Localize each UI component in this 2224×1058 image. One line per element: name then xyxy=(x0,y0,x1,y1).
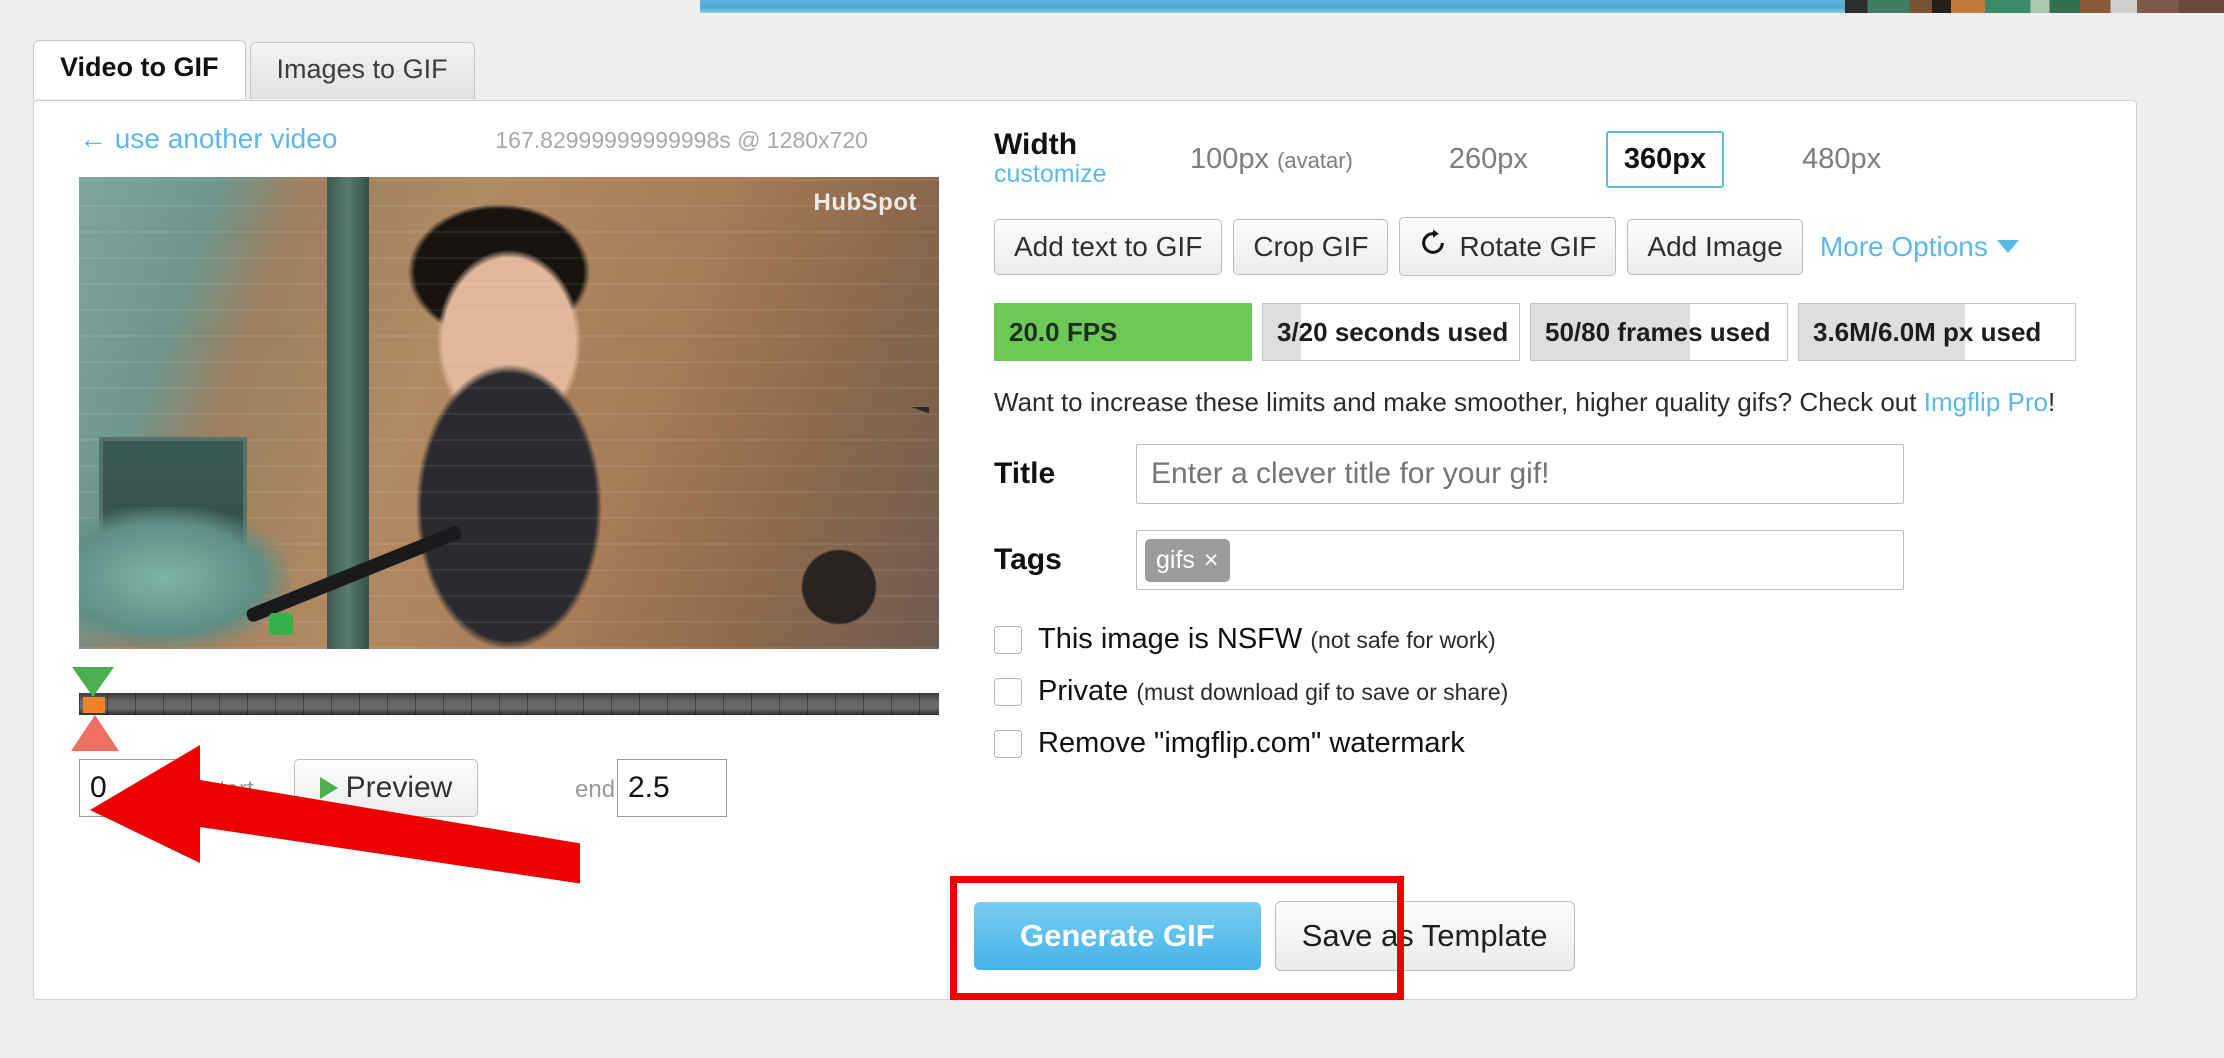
microphone-grip xyxy=(269,613,293,635)
start-time-input[interactable]: 0 xyxy=(79,759,191,817)
width-option-260px[interactable]: 260px xyxy=(1431,131,1546,188)
chevron-down-icon xyxy=(1996,240,2019,253)
background-bicycle xyxy=(779,407,929,647)
add-text-to-gif-label: Add text to GIF xyxy=(1014,230,1203,262)
limits-stats-row: 20.0 FPS 3/20 seconds used 50/80 frames … xyxy=(994,303,2084,361)
width-option-360px-label: 360px xyxy=(1623,142,1707,175)
rotate-gif-label: Rotate GIF xyxy=(1459,230,1597,262)
page-top-thumbnail-strip xyxy=(1845,0,2224,13)
imgflip-pro-link[interactable]: Imgflip Pro xyxy=(1924,387,2048,417)
tab-video-to-gif-label: Video to GIF xyxy=(60,52,219,82)
nsfw-label-main: This image is NSFW xyxy=(1038,623,1311,655)
tags-label: Tags xyxy=(994,543,1062,576)
stat-seconds-used: 3/20 seconds used xyxy=(1262,303,1520,361)
background-bush xyxy=(79,507,289,649)
use-another-video-link[interactable]: ← use another video xyxy=(79,123,337,155)
stat-seconds-text: 3/20 seconds used xyxy=(1277,316,1509,347)
add-image-button[interactable]: Add Image xyxy=(1627,218,1803,275)
end-time-input[interactable]: 2.5 xyxy=(617,759,727,817)
add-image-label: Add Image xyxy=(1647,230,1783,262)
width-option-100px-note: (avatar) xyxy=(1277,147,1353,173)
stat-frames-used: 50/80 frames used xyxy=(1530,303,1788,361)
crop-gif-button[interactable]: Crop GIF xyxy=(1233,218,1389,275)
video-column: ← use another video 167.82999999999998s … xyxy=(71,123,949,823)
checkbox-row-private[interactable]: Private (must download gif to save or sh… xyxy=(994,675,2084,708)
width-label-block: Width customize xyxy=(994,129,1120,190)
video-header-row: ← use another video 167.82999999999998s … xyxy=(79,123,949,155)
preview-button[interactable]: Preview xyxy=(294,759,478,817)
timeline-end-handle[interactable] xyxy=(71,715,119,751)
rotate-icon xyxy=(1419,229,1447,264)
pro-upsell-prefix: Want to increase these limits and make s… xyxy=(994,387,1924,417)
edit-toolbar: Add text to GIF Crop GIF Rotate GIF Add … xyxy=(994,217,2084,276)
more-options-label: More Options xyxy=(1819,230,1988,262)
private-label-sub: (must download gif to save or share) xyxy=(1136,679,1509,705)
generate-gif-button[interactable]: Generate GIF xyxy=(974,902,1261,970)
rotate-gif-button[interactable]: Rotate GIF xyxy=(1399,217,1617,276)
end-time-label: end xyxy=(575,776,616,803)
imgflip-gif-maker-screen: Video to GIF Images to GIF ← use another… xyxy=(0,0,2224,1058)
trim-controls-row: 0 start Preview end 2.5 xyxy=(79,759,959,823)
width-label: Width xyxy=(994,127,1078,161)
private-checkbox[interactable] xyxy=(994,677,1022,706)
title-field-row: Title xyxy=(994,444,2084,504)
private-label-main: Private xyxy=(1038,675,1137,707)
tags-input[interactable]: gifs × xyxy=(1136,530,1904,590)
width-customize-link[interactable]: customize xyxy=(994,160,1120,189)
gif-maker-panel: ← use another video 167.82999999999998s … xyxy=(33,100,2137,1000)
save-as-template-button[interactable]: Save as Template xyxy=(1274,901,1575,971)
width-option-100px[interactable]: 100px (avatar) xyxy=(1172,131,1371,188)
nsfw-label-sub: (not safe for work) xyxy=(1310,627,1496,653)
tag-chip-label: gifs xyxy=(1156,545,1195,574)
tag-remove-icon[interactable]: × xyxy=(1204,546,1219,575)
tag-chip-gifs: gifs × xyxy=(1145,538,1230,582)
stat-pixels-used: 3.6M/6.0M px used xyxy=(1798,303,2076,361)
play-icon xyxy=(319,777,338,799)
stat-pixels-text: 3.6M/6.0M px used xyxy=(1813,316,2042,347)
private-label: Private (must download gif to save or sh… xyxy=(1038,675,1508,708)
tab-images-to-gif-label: Images to GIF xyxy=(276,54,448,84)
video-timeline[interactable] xyxy=(71,659,939,751)
width-option-480px[interactable]: 480px xyxy=(1784,131,1899,188)
action-buttons-row: Generate GIF Save as Template xyxy=(974,901,1575,971)
nsfw-label: This image is NSFW (not safe for work) xyxy=(1038,623,1496,656)
width-row: Width customize 100px (avatar) 260px 360… xyxy=(994,127,2084,191)
timeline-start-handle[interactable] xyxy=(72,667,114,697)
tags-field-row: Tags gifs × xyxy=(994,530,2084,590)
timeline-track[interactable] xyxy=(79,693,939,715)
title-label: Title xyxy=(994,457,1056,490)
checkbox-row-nsfw[interactable]: This image is NSFW (not safe for work) xyxy=(994,623,2084,656)
width-option-360px[interactable]: 360px xyxy=(1605,130,1725,188)
pro-upsell-suffix: ! xyxy=(2047,387,2056,417)
tab-video-to-gif[interactable]: Video to GIF xyxy=(33,40,246,99)
crop-gif-label: Crop GIF xyxy=(1253,230,1369,262)
width-option-480px-label: 480px xyxy=(1802,142,1882,175)
add-text-to-gif-button[interactable]: Add text to GIF xyxy=(994,218,1223,275)
video-watermark-label: HubSpot xyxy=(813,189,917,216)
checkbox-row-remove-watermark[interactable]: Remove "imgflip.com" watermark xyxy=(994,727,2084,760)
title-input[interactable] xyxy=(1136,444,1904,504)
preview-button-label: Preview xyxy=(345,771,453,804)
video-preview-thumbnail[interactable]: HubSpot xyxy=(79,177,939,649)
width-option-260px-label: 260px xyxy=(1448,142,1528,175)
video-meta-text: 167.82999999999998s @ 1280x720 xyxy=(495,127,868,153)
timeline-selection-marker xyxy=(83,697,105,713)
remove-watermark-checkbox[interactable] xyxy=(994,729,1022,758)
stat-fps-text: 20.0 FPS xyxy=(1009,316,1118,347)
nsfw-checkbox[interactable] xyxy=(994,625,1022,654)
options-checkbox-list: This image is NSFW (not safe for work) P… xyxy=(994,623,2084,760)
remove-watermark-label: Remove "imgflip.com" watermark xyxy=(1038,727,1465,759)
tab-bar: Video to GIF Images to GIF xyxy=(33,40,479,99)
width-option-100px-label: 100px xyxy=(1190,142,1270,175)
more-options-button[interactable]: More Options xyxy=(1820,231,2019,263)
stat-fps: 20.0 FPS xyxy=(994,303,1252,361)
tab-images-to-gif[interactable]: Images to GIF xyxy=(249,42,475,99)
pro-upsell-text: Want to increase these limits and make s… xyxy=(994,387,2084,418)
start-time-label: start xyxy=(207,776,254,803)
options-column: Width customize 100px (avatar) 260px 360… xyxy=(994,127,2084,779)
stat-frames-text: 50/80 frames used xyxy=(1545,316,1771,347)
